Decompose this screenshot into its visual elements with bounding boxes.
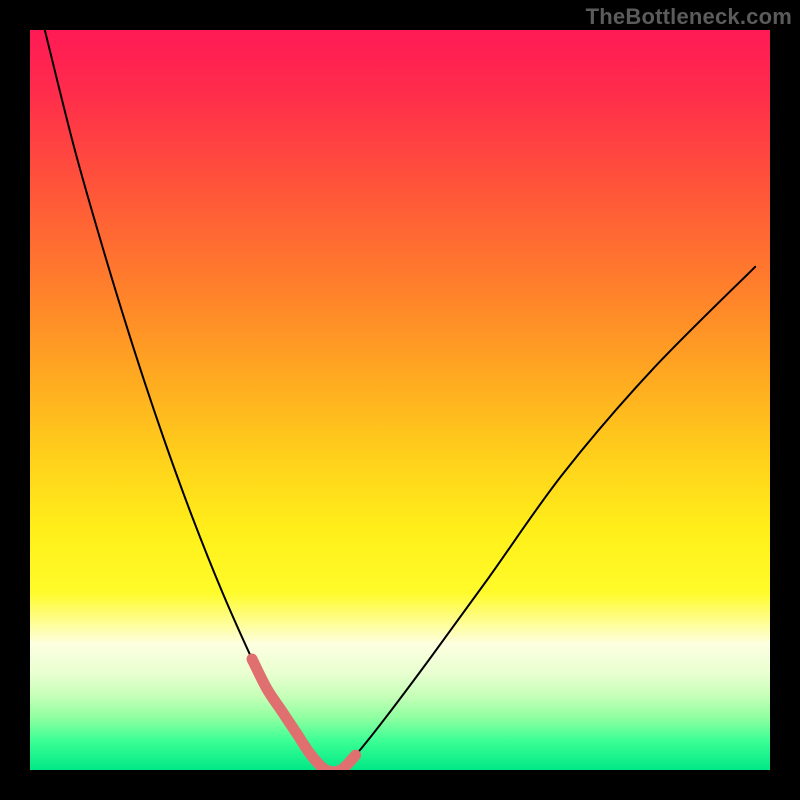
bottleneck-curve (45, 30, 755, 770)
optimal-range-highlight (252, 659, 356, 770)
curve-layer (30, 30, 770, 770)
watermark-text: TheBottleneck.com (586, 4, 792, 30)
chart-frame: TheBottleneck.com (0, 0, 800, 800)
plot-area (30, 30, 770, 770)
